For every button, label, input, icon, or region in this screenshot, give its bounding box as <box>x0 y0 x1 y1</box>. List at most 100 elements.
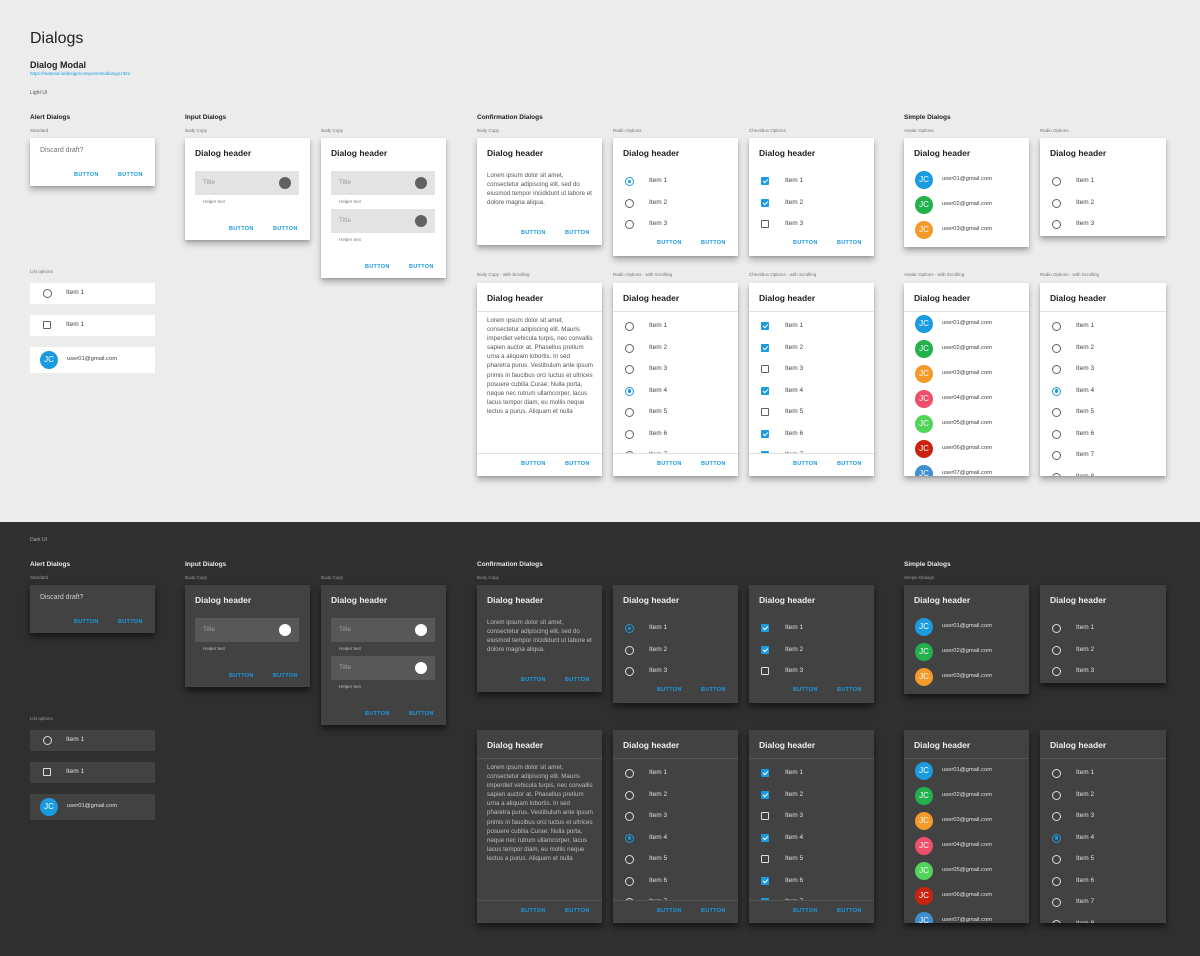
radio-unselected-icon[interactable] <box>1052 876 1061 886</box>
dialog-button[interactable]: BUTTON <box>657 908 682 914</box>
avatar-item[interactable]: JC user03@gmail.com <box>914 221 1024 241</box>
list-option-radio[interactable]: Item 1 <box>30 730 155 751</box>
radio-unselected-icon[interactable] <box>1052 898 1061 907</box>
text-field[interactable]: Title <box>331 618 435 642</box>
radio-item[interactable]: Item 3 <box>1050 807 1160 827</box>
dialog-button[interactable]: BUTTON <box>273 226 298 232</box>
avatar-item[interactable]: JC user02@gmail.com <box>914 643 1024 663</box>
radio-item[interactable]: Item 3 <box>623 215 733 235</box>
avatar-item[interactable]: JC user02@gmail.com <box>914 196 1024 216</box>
radio-unselected-icon[interactable] <box>1052 624 1061 633</box>
radio-unselected-icon[interactable] <box>625 855 634 864</box>
field-trailing-icon[interactable] <box>415 624 427 636</box>
dialog-button[interactable]: BUTTON <box>701 908 726 914</box>
dialog-button[interactable]: BUTTON <box>229 673 254 679</box>
checkbox-item[interactable]: Item 5 <box>759 850 869 870</box>
field-trailing-icon[interactable] <box>279 177 291 189</box>
avatar-item[interactable]: JC user01@gmail.com <box>914 171 1024 191</box>
checkbox-checked-icon[interactable] <box>761 177 769 185</box>
radio-unselected-icon[interactable] <box>1052 790 1061 800</box>
radio-item[interactable]: Item 1 <box>1050 619 1160 639</box>
radio-item[interactable]: Item 2 <box>623 641 733 661</box>
dialog-button[interactable]: BUTTON <box>118 619 143 625</box>
list-option-avatar[interactable]: JC user01@gmail.com <box>30 347 155 373</box>
radio-unselected-icon[interactable] <box>625 645 634 655</box>
dialog-button[interactable]: BUTTON <box>657 240 682 246</box>
avatar-item[interactable]: JC user02@gmail.com <box>914 787 1024 807</box>
field-trailing-icon[interactable] <box>279 624 291 636</box>
radio-item[interactable]: Item 3 <box>623 807 733 827</box>
scroll-list[interactable]: Item 1Item 2Item 3Item 4Item 5Item 6Item… <box>613 312 738 453</box>
dialog-button[interactable]: BUTTON <box>837 908 862 914</box>
radio-item[interactable]: Item 1 <box>623 619 733 639</box>
radio-item[interactable]: Item 5 <box>1050 403 1160 423</box>
radio-unselected-icon[interactable] <box>1052 322 1061 331</box>
radio-item[interactable]: Item 1 <box>1050 172 1160 192</box>
dialog-button[interactable]: BUTTON <box>74 172 99 178</box>
checkbox-item[interactable]: Item 1 <box>759 619 869 639</box>
checkbox-item[interactable]: Item 2 <box>759 786 869 806</box>
radio-unselected-icon[interactable] <box>43 289 52 298</box>
checkbox-checked-icon[interactable] <box>761 645 769 654</box>
checkbox-item[interactable]: Item 3 <box>759 360 869 380</box>
radio-unselected-icon[interactable] <box>625 198 634 208</box>
radio-item[interactable]: Item 3 <box>623 360 733 380</box>
checkbox-item[interactable]: Item 1 <box>759 317 869 337</box>
checkbox-item[interactable]: Item 3 <box>759 662 869 682</box>
radio-item[interactable]: Item 5 <box>623 850 733 870</box>
dialog-button[interactable]: BUTTON <box>837 240 862 246</box>
avatar-item[interactable]: JC user03@gmail.com <box>914 365 1024 385</box>
radio-unselected-icon[interactable] <box>625 365 634 374</box>
checkbox-unchecked-icon[interactable] <box>761 408 769 416</box>
dialog-button[interactable]: BUTTON <box>793 240 818 246</box>
checkbox-item[interactable]: Item 2 <box>759 339 869 359</box>
radio-unselected-icon[interactable] <box>1052 408 1061 417</box>
checkbox-checked-icon[interactable] <box>761 343 769 352</box>
radio-item[interactable]: Item 2 <box>1050 339 1160 359</box>
checkbox-item[interactable]: Item 5 <box>759 403 869 423</box>
radio-unselected-icon[interactable] <box>625 812 634 821</box>
dialog-button[interactable]: BUTTON <box>793 908 818 914</box>
radio-unselected-icon[interactable] <box>625 343 634 353</box>
scroll-list[interactable]: JC user01@gmail.com JC user02@gmail.com JC us… <box>904 759 1029 923</box>
dialog-button[interactable]: BUTTON <box>521 677 546 683</box>
avatar-item[interactable]: JC user07@gmail.com <box>914 912 1024 923</box>
checkbox-unchecked-icon[interactable] <box>761 220 769 228</box>
radio-unselected-icon[interactable] <box>625 220 634 229</box>
radio-unselected-icon[interactable] <box>1052 769 1061 778</box>
radio-selected-icon[interactable] <box>625 624 634 633</box>
field-trailing-icon[interactable] <box>415 177 427 189</box>
scroll-list[interactable]: Item 1Item 2Item 3Item 4Item 5Item 6Item… <box>613 759 738 900</box>
avatar-item[interactable]: JC user01@gmail.com <box>914 618 1024 638</box>
dialog-button[interactable]: BUTTON <box>365 264 390 270</box>
dialog-button[interactable]: BUTTON <box>837 687 862 693</box>
radio-item[interactable]: Item 2 <box>623 786 733 806</box>
radio-item[interactable]: Item 2 <box>1050 641 1160 661</box>
checkbox-item[interactable]: Item 1 <box>759 172 869 192</box>
checkbox-item[interactable]: Item 3 <box>759 215 869 235</box>
checkbox-unchecked-icon[interactable] <box>761 667 769 675</box>
text-field[interactable]: Title <box>331 656 435 680</box>
radio-item[interactable]: Item 6 <box>1050 425 1160 445</box>
checkbox-unchecked-icon[interactable] <box>43 768 51 776</box>
dialog-button[interactable]: BUTTON <box>793 687 818 693</box>
text-field[interactable]: Title <box>195 618 299 642</box>
radio-item[interactable]: Item 2 <box>623 194 733 214</box>
list-option-checkbox[interactable]: Item 1 <box>30 762 155 783</box>
dialog-button[interactable]: BUTTON <box>229 226 254 232</box>
dialog-button[interactable]: BUTTON <box>521 230 546 236</box>
radio-unselected-icon[interactable] <box>1052 645 1061 655</box>
field-trailing-icon[interactable] <box>415 215 427 227</box>
checkbox-item[interactable]: Item 6 <box>759 872 869 892</box>
text-field[interactable]: Title <box>331 171 435 195</box>
scroll-list[interactable]: Item 1Item 2Item 3Item 4Item 5Item 6Item… <box>1040 759 1166 923</box>
field-trailing-icon[interactable] <box>415 662 427 674</box>
dialog-button[interactable]: BUTTON <box>657 687 682 693</box>
list-option-avatar[interactable]: JC user01@gmail.com <box>30 794 155 820</box>
radio-selected-icon[interactable] <box>625 177 634 186</box>
checkbox-unchecked-icon[interactable] <box>43 321 51 329</box>
radio-item[interactable]: Item 6 <box>623 425 733 445</box>
radio-item[interactable]: Item 1 <box>623 172 733 192</box>
dialog-button[interactable]: BUTTON <box>701 240 726 246</box>
radio-unselected-icon[interactable] <box>43 736 52 745</box>
